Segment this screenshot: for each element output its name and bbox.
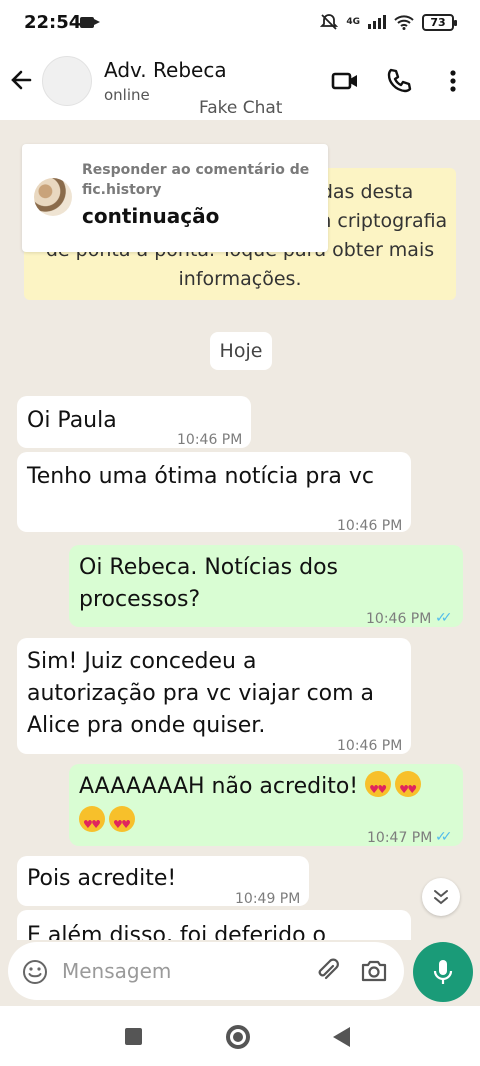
battery-level: 73 xyxy=(430,15,446,29)
system-nav-bar xyxy=(0,1006,480,1066)
voice-message-button[interactable] xyxy=(413,942,473,1002)
reply-overlay-card: Responder ao comentário de fic.history c… xyxy=(22,144,328,252)
message-outgoing[interactable]: Oi Rebeca. Notícias dos processos? 10:46… xyxy=(69,545,463,627)
message-text-line3: Alice pra onde quiser. xyxy=(27,713,266,738)
chat-area[interactable]: As mensagens e as chamadas desta convers… xyxy=(0,120,480,940)
message-incoming[interactable]: Tenho uma ótima notícia pra vc 10:46 PM xyxy=(17,452,411,534)
back-arrow-icon[interactable] xyxy=(8,66,36,94)
video-recording-icon xyxy=(80,17,100,28)
message-text-line2: processos? xyxy=(79,587,201,612)
message-text-line1: Sim! Juiz concedeu a xyxy=(27,649,257,674)
message-time: 10:46 PM xyxy=(337,518,403,534)
message-text-line2: autorização pra vc viajar com a xyxy=(27,681,375,706)
message-text: Pois acredite! xyxy=(27,866,177,891)
date-separator: Hoje xyxy=(210,332,272,370)
microphone-icon xyxy=(433,960,453,984)
message-time: 10:46 PM xyxy=(337,738,403,754)
message-outgoing[interactable]: AAAAAAAH não acredito! 10:47 PM ✓✓ xyxy=(69,764,463,846)
reply-thumbnail xyxy=(34,178,72,216)
video-call-icon[interactable] xyxy=(330,66,360,96)
attach-icon[interactable] xyxy=(314,957,342,985)
message-text-line1: Oi Rebeca. Notícias dos xyxy=(79,555,339,580)
message-input[interactable]: Mensagem xyxy=(8,942,404,1000)
message-text: AAAAAAAH não acredito! xyxy=(79,774,359,799)
heart-eyes-emoji-icon xyxy=(109,806,135,841)
message-time: 10:46 PM xyxy=(366,611,432,627)
read-receipt-icon: ✓✓ xyxy=(435,610,453,626)
contact-status: online xyxy=(104,86,150,104)
message-time: 10:47 PM xyxy=(367,830,433,846)
wifi-icon xyxy=(394,15,414,30)
status-icons: 4G 73 xyxy=(320,13,457,31)
more-options-icon[interactable] xyxy=(438,66,468,96)
message-incoming[interactable]: Oi Paula 10:46 PM xyxy=(17,396,251,448)
emoji-icon[interactable] xyxy=(22,959,48,985)
chat-header: Adv. Rebeca online Fake Chat xyxy=(0,46,480,120)
scroll-to-bottom-button[interactable] xyxy=(422,878,460,916)
contact-name[interactable]: Adv. Rebeca xyxy=(104,58,227,82)
avatar[interactable] xyxy=(42,56,92,106)
message-incoming[interactable]: E além disso, foi deferido o xyxy=(17,910,411,940)
camera-icon[interactable] xyxy=(360,957,388,985)
back-button[interactable] xyxy=(333,1027,350,1047)
mute-bell-icon xyxy=(320,14,339,30)
read-receipt-icon: ✓✓ xyxy=(435,829,453,845)
phone-call-icon[interactable] xyxy=(384,66,414,96)
message-text: Oi Paula xyxy=(27,408,117,433)
message-text: E além disso, foi deferido o xyxy=(27,923,327,940)
recents-button[interactable] xyxy=(125,1028,142,1045)
reply-body: continuação xyxy=(82,204,220,228)
overlay-label: Fake Chat xyxy=(199,98,283,118)
heart-eyes-emoji-icon xyxy=(395,771,422,806)
message-placeholder: Mensagem xyxy=(62,959,172,983)
battery-icon: 73 xyxy=(422,13,457,31)
home-button[interactable] xyxy=(226,1025,250,1049)
composer: Mensagem xyxy=(0,940,480,1006)
heart-eyes-emoji-icon xyxy=(365,771,392,806)
status-bar: 22:54 4G 73 xyxy=(0,0,480,46)
message-text: Tenho uma ótima notícia pra vc xyxy=(27,464,374,489)
network-type: 4G xyxy=(346,17,360,27)
message-incoming[interactable]: Pois acredite! 10:49 PM xyxy=(17,856,309,907)
chevron-double-down-icon xyxy=(434,890,448,905)
heart-eyes-emoji-icon xyxy=(79,806,105,841)
status-time: 22:54 xyxy=(24,12,82,33)
reply-title: Responder ao comentário de fic.history xyxy=(82,162,310,198)
signal-icon xyxy=(368,15,386,29)
message-incoming[interactable]: Sim! Juiz concedeu a autorização pra vc … xyxy=(17,638,411,754)
